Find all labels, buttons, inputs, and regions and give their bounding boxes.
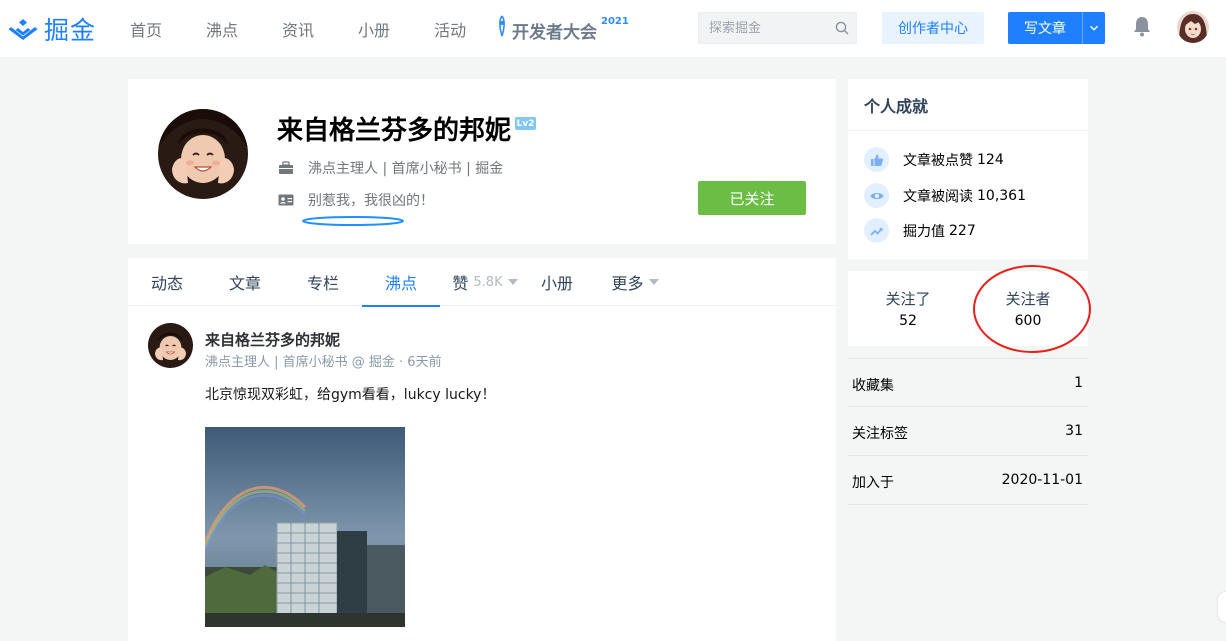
tab-articles[interactable]: 文章 xyxy=(206,258,284,306)
tab-columns[interactable]: 专栏 xyxy=(284,258,362,306)
nav-item-home[interactable]: 首页 xyxy=(130,17,162,41)
eye-icon xyxy=(864,183,889,208)
logo-text: 掘金 xyxy=(44,16,97,45)
tab-more[interactable]: 更多 xyxy=(600,258,670,306)
chevron-down-icon xyxy=(1089,25,1099,31)
profile-bio-row: 别惹我，我很凶的！ xyxy=(278,190,434,210)
tab-label: 动态 xyxy=(150,274,183,293)
juejin-logo-icon xyxy=(8,19,38,40)
followed-button[interactable]: 已关注 xyxy=(698,181,806,215)
achievement-value: 124 xyxy=(977,151,1004,168)
profile-avatar xyxy=(158,109,248,199)
level-badge: Lv2 xyxy=(515,117,536,130)
nav-item-pins[interactable]: 沸点 xyxy=(206,17,238,41)
following-stat[interactable]: 关注了 52 xyxy=(848,271,968,346)
trend-up-icon xyxy=(864,218,889,243)
tab-likes[interactable]: 赞 5.8K xyxy=(440,258,530,306)
follow-stats-card: 关注了 52 关注者 600 xyxy=(848,271,1088,346)
achievements-title: 个人成就 xyxy=(848,79,1088,131)
achievement-label: 文章被点赞 xyxy=(903,152,973,169)
tab-label: 文章 xyxy=(228,274,261,293)
stat-value: 2020-11-01 xyxy=(1001,472,1083,488)
caret-down-icon xyxy=(648,279,659,285)
nav-item-news[interactable]: 资讯 xyxy=(282,17,314,41)
avatar-image xyxy=(158,109,248,199)
achievement-label: 掘力值 xyxy=(903,223,945,240)
tab-pins[interactable]: 沸点 xyxy=(362,258,440,307)
write-article-button[interactable]: 写文章 xyxy=(1008,12,1105,44)
following-value: 52 xyxy=(899,313,917,329)
profile-title: 沸点主理人 | 首席小秘书 | 掘金 xyxy=(308,161,504,177)
avatar-image xyxy=(1177,11,1209,43)
thumbs-up-icon xyxy=(864,147,889,172)
id-card-icon xyxy=(278,194,294,206)
tab-label: 更多 xyxy=(611,274,644,293)
tab-label: 专栏 xyxy=(306,274,339,293)
tab-books[interactable]: 小册 xyxy=(528,258,586,306)
achievement-views: 文章被阅读 10,361 xyxy=(864,183,1026,208)
creator-center-button[interactable]: 创作者中心 xyxy=(882,12,984,44)
stat-row-joined: 加入于 2020-11-01 xyxy=(848,456,1088,505)
stat-row-tags[interactable]: 关注标签 31 xyxy=(848,407,1088,456)
top-navbar: 掘金 首页 沸点 资讯 小册 活动 开发者大会 2021 创作者中心 写文章 xyxy=(0,0,1226,58)
search-input[interactable] xyxy=(709,13,833,43)
devcon-logo-icon xyxy=(498,15,506,37)
tab-label: 沸点 xyxy=(384,274,417,293)
nav-item-books[interactable]: 小册 xyxy=(358,17,390,41)
main-nav: 首页 沸点 资讯 小册 活动 xyxy=(130,0,510,58)
profile-card: 来自格兰芬多的邦妮 Lv2 沸点主理人 | 首席小秘书 | 掘金 别惹我，我很凶… xyxy=(128,79,836,244)
stat-value: 31 xyxy=(1065,423,1083,439)
following-label: 关注了 xyxy=(885,290,931,308)
stat-label: 收藏集 xyxy=(852,378,894,394)
user-avatar[interactable] xyxy=(1177,11,1209,43)
post-meta: 沸点主理人 | 首席小秘书 @ 掘金 · 6天前 xyxy=(205,355,442,370)
achievement-value: 227 xyxy=(949,222,976,239)
notification-bell-icon[interactable] xyxy=(1130,14,1154,38)
search-box xyxy=(698,12,857,44)
post-author-name[interactable]: 来自格兰芬多的邦妮 xyxy=(205,329,340,350)
profile-title-row: 沸点主理人 | 首席小秘书 | 掘金 xyxy=(278,158,503,178)
profile-name: 来自格兰芬多的邦妮 xyxy=(277,116,512,146)
profile-bio: 别惹我，我很凶的！ xyxy=(308,193,434,209)
tab-activity[interactable]: 动态 xyxy=(128,258,206,306)
rainbow-photo xyxy=(205,427,405,627)
post-author-avatar[interactable] xyxy=(148,323,193,368)
devcon-year: 2021 xyxy=(601,16,629,27)
profile-tabs: 动态 文章 专栏 沸点 赞 5.8K 小册 更多 xyxy=(128,258,836,307)
briefcase-icon xyxy=(279,161,293,174)
search-icon[interactable] xyxy=(834,20,850,36)
stat-value: 1 xyxy=(1074,375,1083,391)
achievements-card: 个人成就 文章被点赞 124 文章被阅读 10,361 掘力值 227 xyxy=(848,79,1088,259)
write-dropdown-toggle[interactable] xyxy=(1083,12,1105,44)
stat-label: 关注标签 xyxy=(852,426,908,442)
achievement-label: 文章被阅读 xyxy=(903,188,973,205)
achievement-power: 掘力值 227 xyxy=(864,218,976,243)
stat-label: 加入于 xyxy=(852,475,894,491)
devcon-banner[interactable]: 开发者大会 2021 xyxy=(494,14,629,43)
followers-label: 关注者 xyxy=(1005,290,1051,308)
highlight-underline xyxy=(302,216,404,226)
scroll-to-top-handle[interactable] xyxy=(1218,592,1226,622)
tab-label: 小册 xyxy=(540,274,573,293)
feed-card: 动态 文章 专栏 沸点 赞 5.8K 小册 更多 来自格兰芬多的邦妮 沸点主理人… xyxy=(128,258,836,641)
achievement-value: 10,361 xyxy=(977,187,1026,204)
followers-stat[interactable]: 关注者 600 xyxy=(968,271,1088,346)
post-content: 北京惊现双彩虹，给gym看看，lukcy lucky！ xyxy=(205,387,496,403)
achievement-likes: 文章被点赞 124 xyxy=(864,147,1004,172)
devcon-text: 开发者大会 xyxy=(512,23,597,43)
logo[interactable]: 掘金 xyxy=(8,13,96,45)
likes-count: 5.8K xyxy=(473,274,503,290)
profile-stats-list: 收藏集 1 关注标签 31 加入于 2020-11-01 xyxy=(848,358,1088,505)
post-image[interactable] xyxy=(205,427,405,627)
stat-row-collections[interactable]: 收藏集 1 xyxy=(848,358,1088,407)
caret-down-icon xyxy=(507,279,518,285)
tab-label: 赞 xyxy=(452,274,469,293)
nav-item-events[interactable]: 活动 xyxy=(434,17,466,41)
followers-value: 600 xyxy=(1014,313,1042,329)
write-article-label[interactable]: 写文章 xyxy=(1008,12,1082,44)
avatar-image xyxy=(148,323,193,368)
